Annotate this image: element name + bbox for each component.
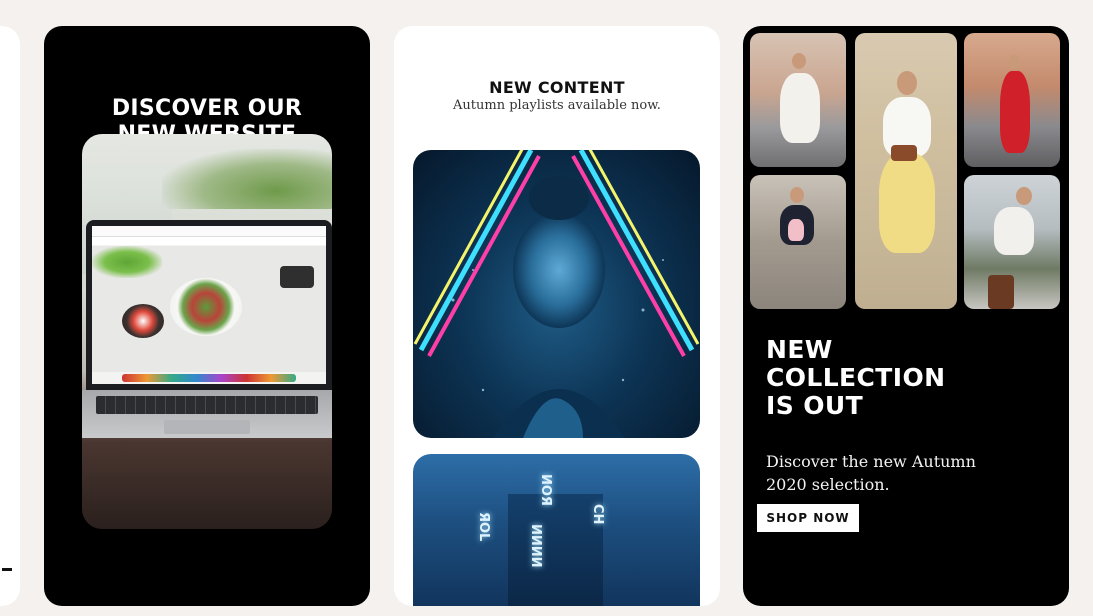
model-head bbox=[792, 53, 806, 69]
stories-carousel: DISCOVER OUR NEW WEBSITE bbox=[0, 0, 1093, 616]
tunnel-depth bbox=[508, 494, 603, 606]
fashion-photo-white-dress bbox=[750, 33, 846, 167]
card-1-headline-line-1: DISCOVER OUR bbox=[111, 96, 303, 121]
card-3-headline-line-3: IS OUT bbox=[766, 391, 864, 420]
laptop-photo bbox=[82, 134, 332, 529]
card-2-subtitle: Autumn playlists available now. bbox=[453, 98, 661, 113]
previous-story-card-edge[interactable] bbox=[0, 26, 20, 606]
website-nav bbox=[92, 237, 326, 245]
card-3-headline: NEW COLLECTION IS OUT bbox=[766, 336, 945, 420]
card-3-headline-line-2: COLLECTION bbox=[766, 363, 946, 392]
shop-now-button[interactable]: SHOP NOW bbox=[757, 504, 859, 532]
brown-boots bbox=[988, 275, 1014, 309]
yellow-skirt bbox=[879, 153, 935, 253]
laptop-keyboard bbox=[96, 396, 318, 414]
card-3-description: Discover the new Autumn 2020 selection. bbox=[766, 452, 976, 494]
neon-sign-1: ЯOL bbox=[476, 512, 491, 542]
fashion-photo-boots bbox=[964, 175, 1060, 309]
model-head bbox=[1016, 187, 1032, 205]
laptop-trackpad bbox=[164, 420, 250, 434]
dash-mark bbox=[2, 568, 12, 571]
portrait-face bbox=[513, 212, 605, 328]
salad-plate-image bbox=[170, 278, 242, 336]
tomato-bowl-image bbox=[122, 304, 164, 338]
neon-sign-4: СН bbox=[590, 504, 605, 525]
neon-portrait-graphic bbox=[413, 150, 700, 438]
herbs-image bbox=[92, 246, 162, 278]
red-dress bbox=[1000, 71, 1030, 153]
pepper-grinder-image bbox=[280, 266, 314, 288]
neon-sign-2: ИИИИ bbox=[528, 524, 543, 568]
neon-tunnel-photo: ЯOL ИИИИ ИОЯ СН bbox=[413, 454, 700, 606]
laptop-screen bbox=[86, 220, 332, 390]
fashion-photo-yellow-skirt bbox=[855, 33, 957, 309]
model-head bbox=[790, 187, 804, 203]
story-card-new-content[interactable]: NEW CONTENT Autumn playlists available n… bbox=[394, 26, 720, 606]
model-head bbox=[897, 71, 917, 95]
pink-top bbox=[788, 219, 804, 241]
portrait-hair bbox=[529, 176, 589, 220]
white-dress bbox=[780, 73, 820, 143]
card-3-headline-line-1: NEW bbox=[766, 335, 833, 364]
browser-bar bbox=[92, 226, 326, 237]
white-outfit bbox=[994, 207, 1034, 255]
neon-triangle-portrait bbox=[413, 150, 700, 438]
story-card-new-collection[interactable]: NEW COLLECTION IS OUT Discover the new A… bbox=[743, 26, 1069, 606]
website-display bbox=[92, 226, 326, 384]
fashion-photo-red-dress bbox=[964, 33, 1060, 167]
story-card-discover-website[interactable]: DISCOVER OUR NEW WEBSITE bbox=[44, 26, 370, 606]
neon-sign-3: ИОЯ bbox=[538, 474, 553, 506]
brown-handbag bbox=[891, 145, 917, 161]
model-head bbox=[1008, 55, 1020, 69]
laptop-base bbox=[82, 390, 332, 438]
food-hero-image bbox=[92, 246, 326, 372]
card-2-title: NEW CONTENT bbox=[489, 78, 625, 97]
blurred-plant bbox=[162, 149, 332, 209]
app-dock bbox=[122, 374, 296, 382]
fashion-photo-pink-top bbox=[750, 175, 846, 309]
